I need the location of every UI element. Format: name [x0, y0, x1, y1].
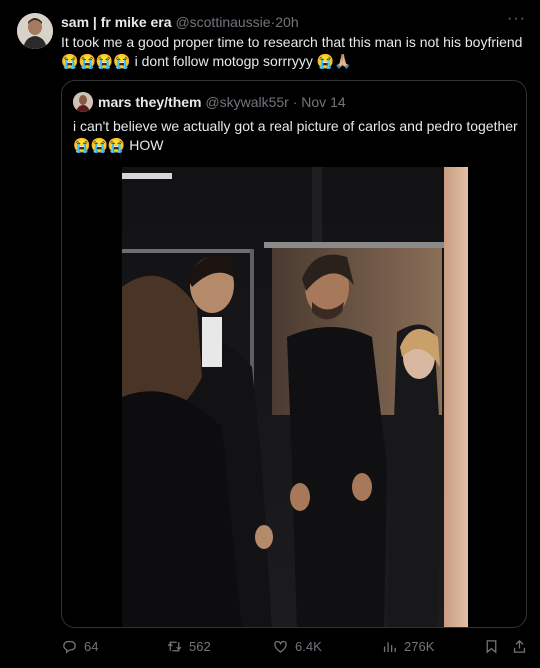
tweet-text: It took me a good proper time to researc… [61, 33, 527, 71]
quoted-avatar-image [73, 92, 93, 112]
quoted-author-name: mars they/them [98, 94, 202, 110]
bookmark-icon [486, 640, 497, 654]
tweet-actions: 64 562 6.4K 276K [61, 638, 527, 660]
tweet: sam | fr mike era @scottinaussie·20h ···… [0, 0, 540, 668]
views-button[interactable]: 276K [381, 638, 434, 655]
author-handle[interactable]: @scottinaussie [175, 14, 270, 30]
quoted-text-line2: HOW [125, 137, 164, 153]
heart-icon [274, 640, 287, 653]
sob-emoji: 😭 [107, 137, 126, 153]
tweet-text-line2: i dont follow motogp sorrryyy [130, 53, 317, 69]
quoted-header: mars they/them @skywalk55r · Nov 14 [98, 93, 346, 111]
quoted-tweet[interactable]: mars they/them @skywalk55r · Nov 14 i ca… [61, 80, 527, 628]
photo-image [122, 167, 468, 627]
quoted-text: i can't believe we actually got a real p… [73, 117, 519, 155]
avatar-image [17, 13, 53, 49]
quoted-date: Nov 14 [301, 94, 346, 110]
sob-emoji: 😭 [316, 53, 335, 69]
like-button[interactable]: 6.4K [272, 638, 322, 655]
quoted-author-handle: @skywalk55r [205, 94, 289, 110]
tweet-header: sam | fr mike era @scottinaussie·20h [61, 13, 299, 31]
repost-button[interactable]: 562 [166, 638, 211, 655]
reply-button[interactable]: 64 [61, 638, 98, 655]
share-icon [513, 639, 526, 653]
sob-emoji: 😭 [61, 53, 79, 69]
tweet-time[interactable]: 20h [275, 14, 298, 30]
author-avatar[interactable] [17, 13, 53, 49]
views-icon [383, 642, 396, 653]
sob-emoji: 😭 [90, 137, 108, 153]
sob-emoji: 😭 [95, 53, 114, 69]
sob-emoji: 😭 [78, 53, 96, 69]
share-button[interactable] [511, 638, 528, 655]
more-options-icon[interactable]: ··· [507, 10, 526, 28]
reply-icon [63, 640, 76, 654]
sob-emoji: 😭 [73, 137, 91, 153]
pray-emoji: 🙏🏼 [334, 53, 352, 69]
quoted-text-line1: i can't believe we actually got a real p… [73, 118, 518, 134]
quoted-separator: · [292, 94, 298, 110]
like-count: 6.4K [295, 639, 322, 654]
sob-emoji: 😭 [113, 53, 131, 69]
repost-count: 562 [189, 639, 211, 654]
reply-count: 64 [84, 639, 99, 654]
quoted-photo[interactable] [122, 167, 468, 627]
quoted-author-avatar [73, 92, 93, 112]
views-count: 276K [404, 639, 435, 654]
bookmark-button[interactable] [483, 638, 500, 655]
repost-icon [167, 641, 182, 652]
tweet-text-line1: It took me a good proper time to researc… [61, 34, 523, 50]
author-name[interactable]: sam | fr mike era [61, 14, 172, 30]
